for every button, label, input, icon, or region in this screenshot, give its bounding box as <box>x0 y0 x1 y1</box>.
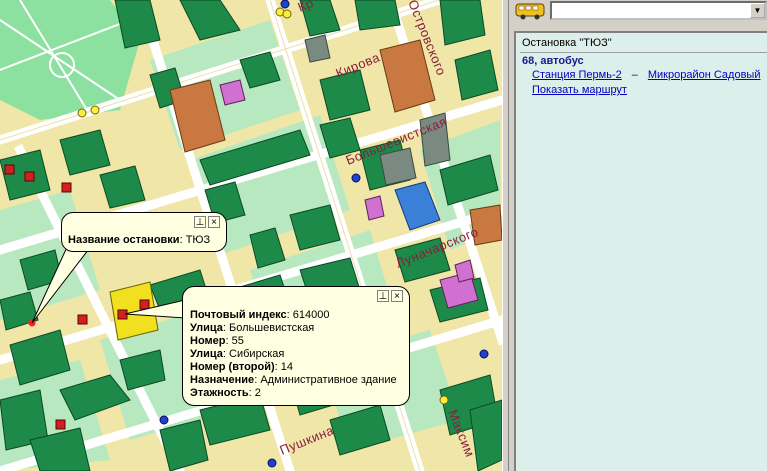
stop-info-panel: Остановка "ТЮЗ" 68, автобус Станция Перм… <box>514 31 767 471</box>
toolbar: ▼ <box>510 0 767 22</box>
info-value: Большевистская <box>229 322 315 334</box>
info-value: 2 <box>254 387 261 399</box>
stop-name-label: Название остановки <box>68 234 180 246</box>
panel-splitter[interactable] <box>502 0 509 471</box>
info-label: Улица <box>190 348 223 360</box>
info-label: Номер <box>190 335 226 347</box>
to-stop-link[interactable]: Микрорайон Садовый <box>648 69 761 81</box>
route-combo[interactable]: ▼ <box>550 1 767 20</box>
info-row: Назначение: Административное здание <box>190 374 397 386</box>
info-value: 614000 <box>292 309 330 321</box>
pin-icon[interactable]: ⊥ <box>377 290 389 302</box>
show-route-link[interactable]: Показать маршрут <box>532 84 627 96</box>
stop-title: Остановка "ТЮЗ" <box>522 37 612 49</box>
info-label: Назначение <box>190 374 255 386</box>
info-row: Номер: 55 <box>190 335 244 347</box>
info-row: Номер (второй): 14 <box>190 361 294 373</box>
info-label: Улица <box>190 322 223 334</box>
info-label: Номер (второй) <box>190 361 275 373</box>
pin-icon[interactable]: ⊥ <box>194 216 206 228</box>
building-info-bubble: ⊥ × Почтовый индекс: 614000 Улица: Больш… <box>182 286 410 406</box>
info-row: Улица: Сибирская <box>190 348 285 360</box>
info-label: Этажность <box>190 387 249 399</box>
info-value: Административное здание <box>260 374 397 386</box>
chevron-down-icon[interactable]: ▼ <box>750 3 765 18</box>
bus-button[interactable] <box>514 1 546 21</box>
stop-name-value: ТЮЗ <box>185 234 211 246</box>
info-row: Этажность: 2 <box>190 387 261 399</box>
info-value: Сибирская <box>229 348 285 360</box>
dash-separator: – <box>631 69 638 81</box>
close-button[interactable]: × <box>208 216 220 228</box>
divider <box>520 52 767 53</box>
from-stop-link[interactable]: Станция Пермь-2 <box>532 69 622 81</box>
info-row: Улица: Большевистская <box>190 322 315 334</box>
route-name: 68, автобус <box>522 55 584 67</box>
info-value: 14 <box>280 361 294 373</box>
route-stops: Станция Пермь-2– Микрорайон Садовый <box>532 69 760 81</box>
close-button[interactable]: × <box>391 290 403 302</box>
info-label: Почтовый индекс <box>190 309 287 321</box>
info-value: 55 <box>231 335 244 347</box>
stop-name-bubble: ⊥ × Название остановки: ТЮЗ <box>61 212 227 252</box>
city-map[interactable]: Кирова Островского Большевистская Лунача… <box>0 0 502 471</box>
info-row: Почтовый индекс: 614000 <box>190 309 330 321</box>
bus-icon <box>515 3 545 20</box>
